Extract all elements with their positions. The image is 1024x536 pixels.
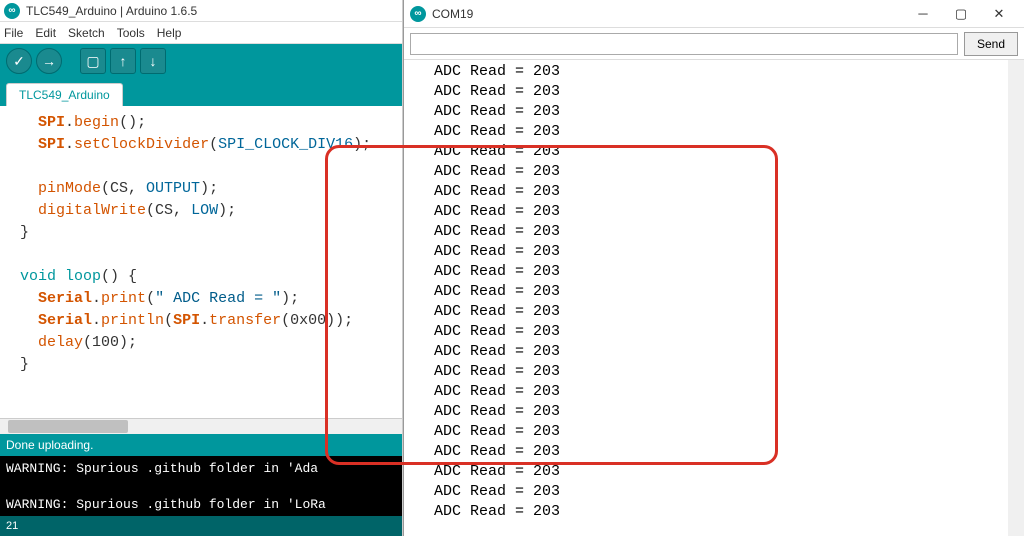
serial-line: ADC Read = 203 — [434, 182, 994, 202]
serial-line: ADC Read = 203 — [434, 162, 994, 182]
menu-tools[interactable]: Tools — [117, 26, 145, 40]
arduino-logo-icon: ∞ — [4, 3, 20, 19]
line-number: 21 — [6, 520, 18, 532]
menu-help[interactable]: Help — [157, 26, 182, 40]
serial-line: ADC Read = 203 — [434, 502, 994, 522]
serial-line: ADC Read = 203 — [434, 102, 994, 122]
serial-line: ADC Read = 203 — [434, 342, 994, 362]
serial-line: ADC Read = 203 — [434, 362, 994, 382]
minimize-button[interactable]: ─ — [904, 2, 942, 26]
ide-console[interactable]: WARNING: Spurious .github folder in 'Ada… — [0, 456, 402, 516]
serial-line: ADC Read = 203 — [434, 82, 994, 102]
ide-tabbar: TLC549_Arduino — [0, 78, 402, 106]
serial-input[interactable] — [410, 33, 958, 55]
arduino-ide-window: ∞ TLC549_Arduino | Arduino 1.6.5 File Ed… — [0, 0, 403, 536]
menu-edit[interactable]: Edit — [35, 26, 56, 40]
save-button[interactable]: ↓ — [140, 48, 166, 74]
send-button[interactable]: Send — [964, 32, 1018, 56]
ide-toolbar: ✓ → ▢ ↑ ↓ — [0, 44, 402, 78]
serial-monitor-window: ∞ COM19 ─ ▢ ✕ Send ADC Read = 203 ADC Re… — [403, 0, 1024, 536]
editor-horizontal-scrollbar[interactable] — [0, 418, 402, 434]
ide-title: TLC549_Arduino | Arduino 1.6.5 — [26, 4, 197, 18]
serial-output[interactable]: ADC Read = 203 ADC Read = 203 ADC Read =… — [404, 60, 1024, 536]
upload-button[interactable]: → — [36, 48, 62, 74]
window-controls: ─ ▢ ✕ — [904, 2, 1018, 26]
serial-line: ADC Read = 203 — [434, 402, 994, 422]
serial-line: ADC Read = 203 — [434, 282, 994, 302]
serial-line: ADC Read = 203 — [434, 322, 994, 342]
serial-line: ADC Read = 203 — [434, 142, 994, 162]
close-button[interactable]: ✕ — [980, 2, 1018, 26]
ide-menubar: File Edit Sketch Tools Help — [0, 22, 402, 44]
serial-line: ADC Read = 203 — [434, 242, 994, 262]
serial-line: ADC Read = 203 — [434, 382, 994, 402]
ide-footer: 21 — [0, 516, 402, 536]
serial-line: ADC Read = 203 — [434, 62, 994, 82]
serial-line: ADC Read = 203 — [434, 482, 994, 502]
serial-input-row: Send — [404, 28, 1024, 60]
scrollbar-thumb[interactable] — [8, 420, 128, 433]
ide-titlebar: ∞ TLC549_Arduino | Arduino 1.6.5 — [0, 0, 402, 22]
serial-title: COM19 — [432, 7, 473, 21]
status-text: Done uploading. — [6, 438, 93, 452]
serial-line: ADC Read = 203 — [434, 462, 994, 482]
verify-button[interactable]: ✓ — [6, 48, 32, 74]
code-editor[interactable]: SPI.begin(); SPI.setClockDivider(SPI_CLO… — [0, 106, 402, 418]
tab-sketch[interactable]: TLC549_Arduino — [6, 83, 123, 106]
serial-titlebar: ∞ COM19 ─ ▢ ✕ — [404, 0, 1024, 28]
open-button[interactable]: ↑ — [110, 48, 136, 74]
new-button[interactable]: ▢ — [80, 48, 106, 74]
serial-vertical-scrollbar[interactable] — [1008, 60, 1024, 536]
menu-file[interactable]: File — [4, 26, 23, 40]
serial-line: ADC Read = 203 — [434, 302, 994, 322]
serial-line: ADC Read = 203 — [434, 202, 994, 222]
serial-line: ADC Read = 203 — [434, 442, 994, 462]
maximize-button[interactable]: ▢ — [942, 2, 980, 26]
serial-line: ADC Read = 203 — [434, 222, 994, 242]
menu-sketch[interactable]: Sketch — [68, 26, 105, 40]
ide-statusbar: Done uploading. — [0, 434, 402, 456]
serial-line: ADC Read = 203 — [434, 122, 994, 142]
serial-line: ADC Read = 203 — [434, 422, 994, 442]
serial-line: ADC Read = 203 — [434, 262, 994, 282]
arduino-logo-icon: ∞ — [410, 6, 426, 22]
